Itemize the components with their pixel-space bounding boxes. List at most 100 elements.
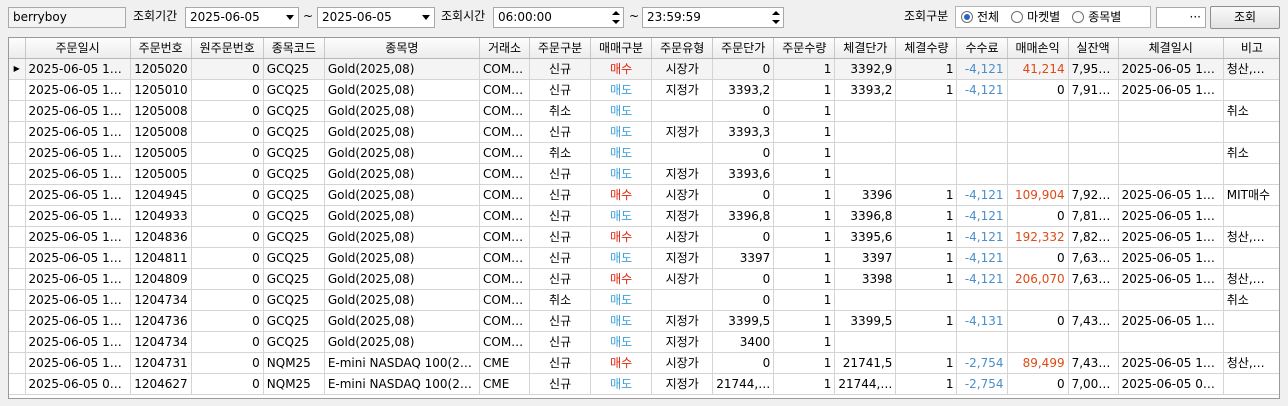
- cell-order-price: 0: [712, 226, 775, 248]
- row-indicator[interactable]: [9, 373, 26, 395]
- row-indicator[interactable]: [9, 352, 26, 374]
- date-to-picker[interactable]: 2025-06-05: [317, 7, 435, 28]
- cell-order-type: 지정가: [651, 205, 714, 227]
- column-header-order-price[interactable]: 주문단가: [712, 38, 775, 59]
- column-header-fill-qty[interactable]: 체결수량: [895, 38, 958, 59]
- cell-item-code: GCQ25: [263, 268, 325, 290]
- column-header-order-no[interactable]: 주문번호: [130, 38, 192, 59]
- cell-fill-price: 3393,2: [834, 79, 897, 101]
- radio-item[interactable]: 종목별: [1072, 8, 1121, 27]
- cell-pnl: 41,214: [1007, 58, 1069, 80]
- time-from-field[interactable]: 06:00:00: [493, 7, 624, 28]
- cell-order-datetime: 2025-06-05 11:…: [25, 184, 131, 206]
- cell-fee: -2,754: [956, 352, 1008, 374]
- column-header-item-code[interactable]: 종목코드: [263, 38, 325, 59]
- table-row[interactable]: 2025-06-05 10:… 1204809 0 GCQ25 Gold(2025,08…: [9, 268, 1279, 290]
- cell-remark: 청산,…: [1223, 226, 1279, 248]
- column-header-trade-side[interactable]: 매매구분: [590, 38, 653, 59]
- row-indicator[interactable]: [9, 163, 26, 185]
- table-row[interactable]: 2025-06-05 11:… 1204933 0 GCQ25 Gold(2025,08…: [9, 205, 1279, 227]
- row-indicator[interactable]: [9, 142, 26, 164]
- radio-unselected-icon[interactable]: [1011, 11, 1024, 23]
- table-row[interactable]: 2025-06-05 10:… 1204731 0 NQM25 E-mini NASDA…: [9, 352, 1279, 374]
- column-header-fee[interactable]: 수수료: [956, 38, 1008, 59]
- cell-order-kind: 신규: [529, 79, 592, 101]
- row-indicator[interactable]: [9, 226, 26, 248]
- radio-market[interactable]: 마켓별: [1011, 8, 1060, 27]
- cell-balance: 7,820,…: [1068, 226, 1119, 248]
- row-indicator[interactable]: [9, 184, 26, 206]
- date-from-picker[interactable]: 2025-06-05: [185, 7, 299, 28]
- cell-fill-price: 21741,5: [834, 352, 897, 374]
- table-row[interactable]: 2025-06-05 11:… 1205008 0 GCQ25 Gold(2025,08…: [9, 100, 1279, 122]
- cell-item-code: GCQ25: [263, 331, 325, 353]
- spin-down-icon[interactable]: [772, 20, 780, 24]
- cell-trade-side: 매도: [590, 247, 653, 269]
- table-row[interactable]: 2025-06-05 10:… 1204734 0 GCQ25 Gold(2025,08…: [9, 289, 1279, 311]
- column-header-order-datetime[interactable]: 주문일시: [25, 38, 131, 59]
- radio-selected-icon[interactable]: [961, 11, 973, 23]
- table-row[interactable]: 2025-06-05 10:… 1204836 0 GCQ25 Gold(2025,08…: [9, 226, 1279, 248]
- chevron-down-icon[interactable]: [286, 15, 294, 20]
- table-row[interactable]: 2025-06-05 11:… 1205010 0 GCQ25 Gold(2025,08…: [9, 79, 1279, 101]
- column-header-fill-price[interactable]: 체결단가: [834, 38, 897, 59]
- table-row[interactable]: 2025-06-05 11:… 1204945 0 GCQ25 Gold(2025,08…: [9, 184, 1279, 206]
- column-header-item-name[interactable]: 종목명: [324, 38, 481, 59]
- cell-order-price: 0: [712, 352, 775, 374]
- period-label: 조회기간: [133, 9, 178, 23]
- column-header-order-kind[interactable]: 주문구분: [529, 38, 592, 59]
- spin-up-icon[interactable]: [772, 11, 780, 15]
- table-row[interactable]: ▶ 2025-06-05 11:… 1205020 0 GCQ25 Gold(2025,0…: [9, 58, 1279, 80]
- item-select-field[interactable]: ···: [1156, 7, 1206, 28]
- cell-remark: [1223, 331, 1279, 353]
- cell-order-no: 1204809: [130, 268, 192, 290]
- cell-item-name: Gold(2025,08): [324, 184, 481, 206]
- column-header-order-qty[interactable]: 주문수량: [773, 38, 836, 59]
- chevron-down-icon[interactable]: [422, 15, 430, 20]
- cell-order-price: 3393,6: [712, 163, 775, 185]
- column-header-fill-datetime[interactable]: 체결일시: [1118, 38, 1224, 59]
- cell-trade-side: 매도: [590, 289, 653, 311]
- column-header-orig-order-no[interactable]: 원주문번호: [191, 38, 264, 59]
- column-header-pnl[interactable]: 매매손익: [1007, 38, 1069, 59]
- time-to-spinner[interactable]: [770, 9, 782, 26]
- spin-down-icon[interactable]: [612, 20, 620, 24]
- column-header-remark[interactable]: 비고: [1223, 38, 1279, 59]
- row-indicator[interactable]: [9, 268, 26, 290]
- row-indicator[interactable]: [9, 310, 26, 332]
- table-row[interactable]: 2025-06-05 09:… 1204627 0 NQM25 E-mini NASDA…: [9, 373, 1279, 395]
- cell-orig-order-no: 0: [191, 373, 264, 395]
- table-row[interactable]: 2025-06-05 10:… 1204734 0 GCQ25 Gold(2025,08…: [9, 331, 1279, 353]
- time-from-spinner[interactable]: [610, 9, 622, 26]
- order-history-grid: 주문일시 주문번호 원주문번호 종목코드 종목명 거래소 주문구분 매매구분 주문유형 주문단가 주…: [8, 37, 1280, 399]
- row-indicator[interactable]: [9, 100, 26, 122]
- radio-all[interactable]: 전체: [961, 8, 999, 27]
- table-row[interactable]: 2025-06-05 10:… 1204736 0 GCQ25 Gold(2025,08…: [9, 310, 1279, 332]
- cell-fill-datetime: 2025-06-05 10:…: [1118, 310, 1224, 332]
- column-header-balance[interactable]: 실잔액: [1068, 38, 1119, 59]
- time-to-field[interactable]: 23:59:59: [642, 7, 784, 28]
- table-row[interactable]: 2025-06-05 11:… 1205008 0 GCQ25 Gold(2025,08…: [9, 121, 1279, 143]
- time-tilde: ~: [629, 9, 640, 23]
- search-button[interactable]: 조회: [1210, 6, 1280, 29]
- row-indicator[interactable]: [9, 121, 26, 143]
- column-header-order-type[interactable]: 주문유형: [651, 38, 714, 59]
- cell-order-price: 21744,75: [712, 373, 775, 395]
- table-row[interactable]: 2025-06-05 11:… 1205005 0 GCQ25 Gold(2025,08…: [9, 142, 1279, 164]
- radio-unselected-icon[interactable]: [1072, 11, 1085, 23]
- current-row-indicator-icon[interactable]: ▶: [9, 58, 26, 80]
- row-indicator[interactable]: [9, 205, 26, 227]
- spin-up-icon[interactable]: [612, 11, 620, 15]
- row-indicator[interactable]: [9, 79, 26, 101]
- cell-order-kind: 신규: [529, 163, 592, 185]
- cell-pnl: [1007, 163, 1069, 185]
- table-row[interactable]: 2025-06-05 10:… 1204811 0 GCQ25 Gold(2025,08…: [9, 247, 1279, 269]
- cell-trade-side: 매도: [590, 205, 653, 227]
- row-indicator[interactable]: [9, 289, 26, 311]
- row-indicator[interactable]: [9, 247, 26, 269]
- cell-fee: -4,131: [956, 310, 1008, 332]
- row-indicator[interactable]: [9, 331, 26, 353]
- cell-order-type: 지정가: [651, 331, 714, 353]
- column-header-exchange[interactable]: 거래소: [479, 38, 531, 59]
- table-row[interactable]: 2025-06-05 11:… 1205005 0 GCQ25 Gold(2025,08…: [9, 163, 1279, 185]
